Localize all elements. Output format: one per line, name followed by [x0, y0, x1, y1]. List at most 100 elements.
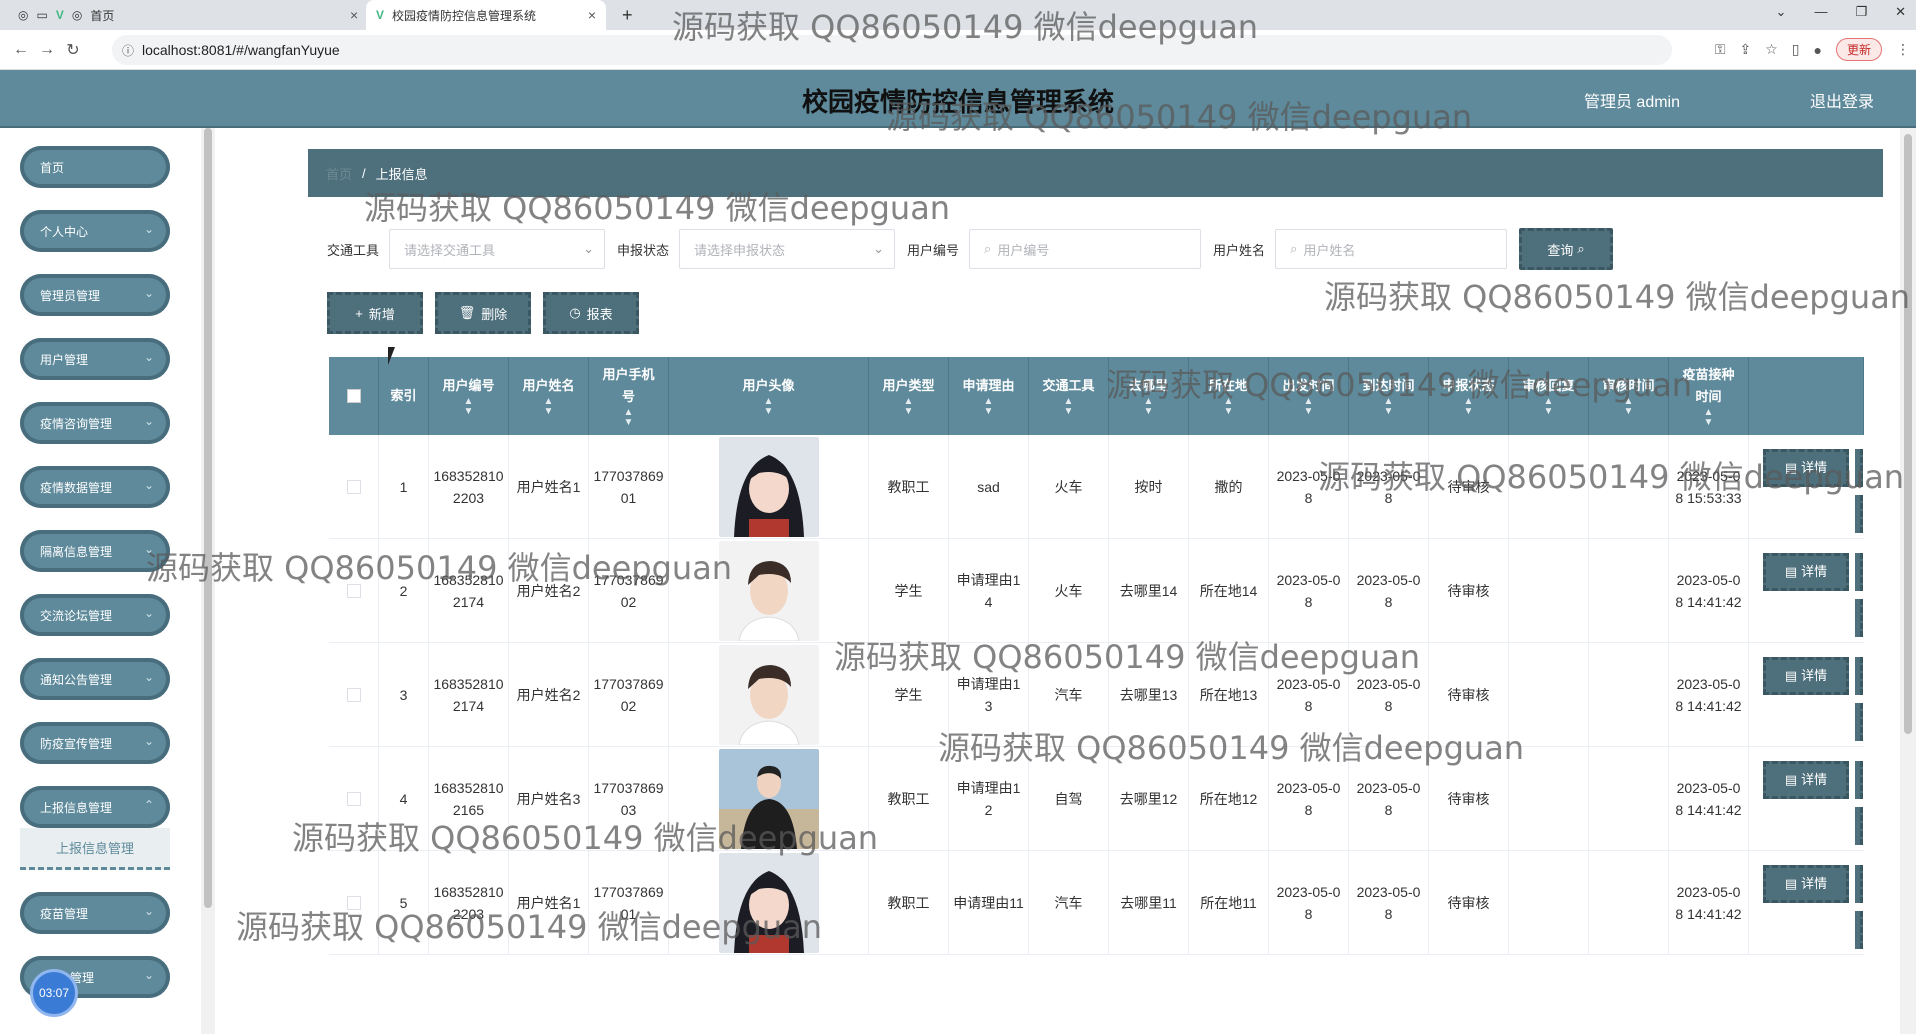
column-header[interactable]: 用户手机号 ▲ ▼ — [589, 357, 669, 435]
row-checkbox[interactable] — [346, 896, 361, 910]
delete-button[interactable]: 🗑 删除 — [435, 292, 531, 334]
star-icon[interactable]: ☆ — [1765, 41, 1778, 58]
checkbox[interactable] — [346, 389, 361, 403]
column-header[interactable]: 用户编号 ▲ ▼ — [429, 357, 509, 435]
browser-tab-home[interactable]: ◎ ▭ V ◎ 首页 — [8, 0, 148, 30]
sidepanel-icon[interactable]: ▯ — [1792, 41, 1800, 58]
column-header[interactable]: 用户姓名 ▲ ▼ — [509, 357, 589, 435]
username-input[interactable]: ⌕ 用户姓名 — [1275, 229, 1508, 269]
sort-icon[interactable]: ▲ ▼ — [544, 397, 554, 417]
sidebar-item-home[interactable]: 首页 — [20, 146, 170, 188]
sort-icon[interactable]: ▲ ▼ — [1544, 397, 1554, 417]
forward-icon[interactable]: → — [34, 41, 60, 59]
edit-button-partial[interactable] — [1855, 865, 1863, 903]
row-checkbox[interactable] — [346, 480, 361, 494]
reload-icon[interactable]: ↻ — [60, 40, 86, 60]
column-header[interactable]: 审核时间 ▲ ▼ — [1589, 357, 1669, 435]
menu-icon[interactable]: ⋮ — [1896, 41, 1910, 58]
sidebar-scrollbar[interactable] — [201, 128, 215, 1034]
sort-icon[interactable]: ▲ ▼ — [1064, 397, 1074, 417]
delete-button-partial[interactable] — [1855, 911, 1863, 949]
column-header[interactable]: 去哪里 ▲ ▼ — [1109, 357, 1189, 435]
edit-button-partial[interactable] — [1855, 449, 1863, 487]
edit-button-partial[interactable] — [1855, 657, 1863, 695]
back-icon[interactable]: ← — [8, 41, 34, 59]
sort-icon[interactable]: ▲ ▼ — [1304, 397, 1314, 417]
sidebar-item-profile[interactable]: 个人中心 ⌄ — [20, 210, 170, 252]
userno-input[interactable]: ⌕ 用户编号 — [969, 229, 1202, 269]
sort-icon[interactable]: ▲ ▼ — [1464, 397, 1474, 417]
sidebar-item-notice[interactable]: 通知公告管理 ⌄ — [20, 658, 170, 700]
row-checkbox[interactable] — [346, 688, 361, 702]
sort-icon[interactable]: ▲ ▼ — [1144, 397, 1154, 417]
sidebar-subitem-report[interactable]: 上报信息管理 — [20, 828, 170, 870]
sidebar-item-propaganda[interactable]: 防疫宣传管理 ⌄ — [20, 722, 170, 764]
delete-button-partial[interactable] — [1855, 703, 1863, 741]
share-icon[interactable]: ⇪ — [1740, 41, 1752, 58]
update-button[interactable]: 更新 — [1835, 38, 1882, 61]
transport-select[interactable]: 请选择交通工具 ⌄ — [389, 229, 606, 269]
column-header[interactable]: 索引 — [379, 357, 429, 435]
breadcrumb-home[interactable]: 首页 — [326, 164, 352, 183]
edit-button-partial[interactable] — [1855, 761, 1863, 799]
delete-button-partial[interactable] — [1855, 599, 1863, 637]
column-header[interactable]: 所在地 ▲ ▼ — [1189, 357, 1269, 435]
sort-icon[interactable]: ▲ ▼ — [1624, 397, 1634, 417]
new-tab-icon[interactable]: + — [612, 0, 643, 30]
sort-icon[interactable]: ▲ ▼ — [464, 397, 474, 417]
page-scrollbar[interactable] — [1900, 128, 1916, 1034]
info-icon[interactable]: ⓘ — [122, 42, 134, 59]
sidebar-item-forum[interactable]: 交流论坛管理 ⌄ — [20, 594, 170, 636]
sort-icon[interactable]: ▲ ▼ — [1224, 397, 1234, 417]
close-icon[interactable]: ✕ — [1895, 4, 1906, 20]
row-checkbox[interactable] — [346, 792, 361, 806]
address-bar[interactable]: ⓘ localhost:8081/#/wangfanYuyue — [112, 35, 1672, 65]
column-header[interactable]: 用户头像 ▲ ▼ — [669, 357, 869, 435]
sort-icon[interactable]: ▲ ▼ — [984, 397, 994, 417]
column-header[interactable]: 交通工具 ▲ ▼ — [1029, 357, 1109, 435]
tab-close-icon[interactable]: × — [588, 7, 596, 23]
tab-close-icon[interactable]: × — [340, 0, 360, 30]
report-button[interactable]: ◷ 报表 — [543, 292, 639, 334]
detail-button[interactable]: ▤ 详情 — [1763, 657, 1849, 695]
sort-icon[interactable]: ▲ ▼ — [624, 408, 634, 428]
restore-icon[interactable]: ❐ — [1855, 4, 1867, 20]
sort-icon[interactable]: ▲ ▼ — [1384, 397, 1394, 417]
sidebar-item-epidemic-data[interactable]: 疫情数据管理 ⌄ — [20, 466, 170, 508]
sidebar-item-vaccine[interactable]: 疫苗管理 ⌄ — [20, 892, 170, 934]
sidebar-item-users[interactable]: 用户管理 ⌄ — [20, 338, 170, 380]
delete-button-partial[interactable] — [1855, 807, 1863, 845]
sort-icon[interactable]: ▲ ▼ — [764, 397, 774, 417]
status-select[interactable]: 请选择申报状态 ⌄ — [679, 229, 896, 269]
detail-button[interactable]: ▤ 详情 — [1763, 865, 1849, 903]
select-all-checkbox[interactable] — [329, 357, 379, 435]
logout-link[interactable]: 退出登录 — [1810, 88, 1874, 112]
column-header[interactable]: 申报状态 ▲ ▼ — [1429, 357, 1509, 435]
column-header[interactable]: 疫苗接种时间 ▲ ▼ — [1669, 357, 1749, 435]
column-header[interactable]: 申请理由 ▲ ▼ — [949, 357, 1029, 435]
chevron-down-icon[interactable]: ⌄ — [1776, 4, 1787, 20]
profile-icon[interactable]: ● — [1814, 42, 1822, 58]
sort-icon[interactable]: ▲ ▼ — [1704, 408, 1714, 428]
edit-button-partial[interactable] — [1855, 553, 1863, 591]
query-button[interactable]: 查询 ⌕ — [1519, 228, 1614, 270]
sidebar-item-consult[interactable]: 疫情咨询管理 ⌄ — [20, 402, 170, 444]
sidebar-item-quarantine[interactable]: 隔离信息管理 ⌄ — [20, 530, 170, 572]
detail-button[interactable]: ▤ 详情 — [1763, 449, 1849, 487]
key-icon[interactable]: ⚿ — [1715, 41, 1726, 58]
column-header[interactable]: 用户类型 ▲ ▼ — [869, 357, 949, 435]
breadcrumb-current: 上报信息 — [375, 166, 428, 182]
column-header[interactable]: 审核回复 ▲ ▼ — [1509, 357, 1589, 435]
sort-icon[interactable]: ▲ ▼ — [904, 397, 914, 417]
add-button[interactable]: + 新增 — [327, 292, 423, 334]
browser-tab-active[interactable]: V 校园疫情防控信息管理系统 × — [366, 0, 606, 30]
column-header[interactable]: 出发时间 ▲ ▼ — [1269, 357, 1349, 435]
column-header[interactable]: 到达时间 ▲ ▼ — [1349, 357, 1429, 435]
minimize-icon[interactable]: — — [1814, 4, 1827, 20]
row-checkbox[interactable] — [346, 584, 361, 598]
sidebar-item-admins[interactable]: 管理员管理 ⌄ — [20, 274, 170, 316]
delete-button-partial[interactable] — [1855, 495, 1863, 533]
detail-button[interactable]: ▤ 详情 — [1763, 761, 1849, 799]
sidebar-item-report[interactable]: 上报信息管理 ⌃ — [20, 786, 170, 828]
detail-button[interactable]: ▤ 详情 — [1763, 553, 1849, 591]
